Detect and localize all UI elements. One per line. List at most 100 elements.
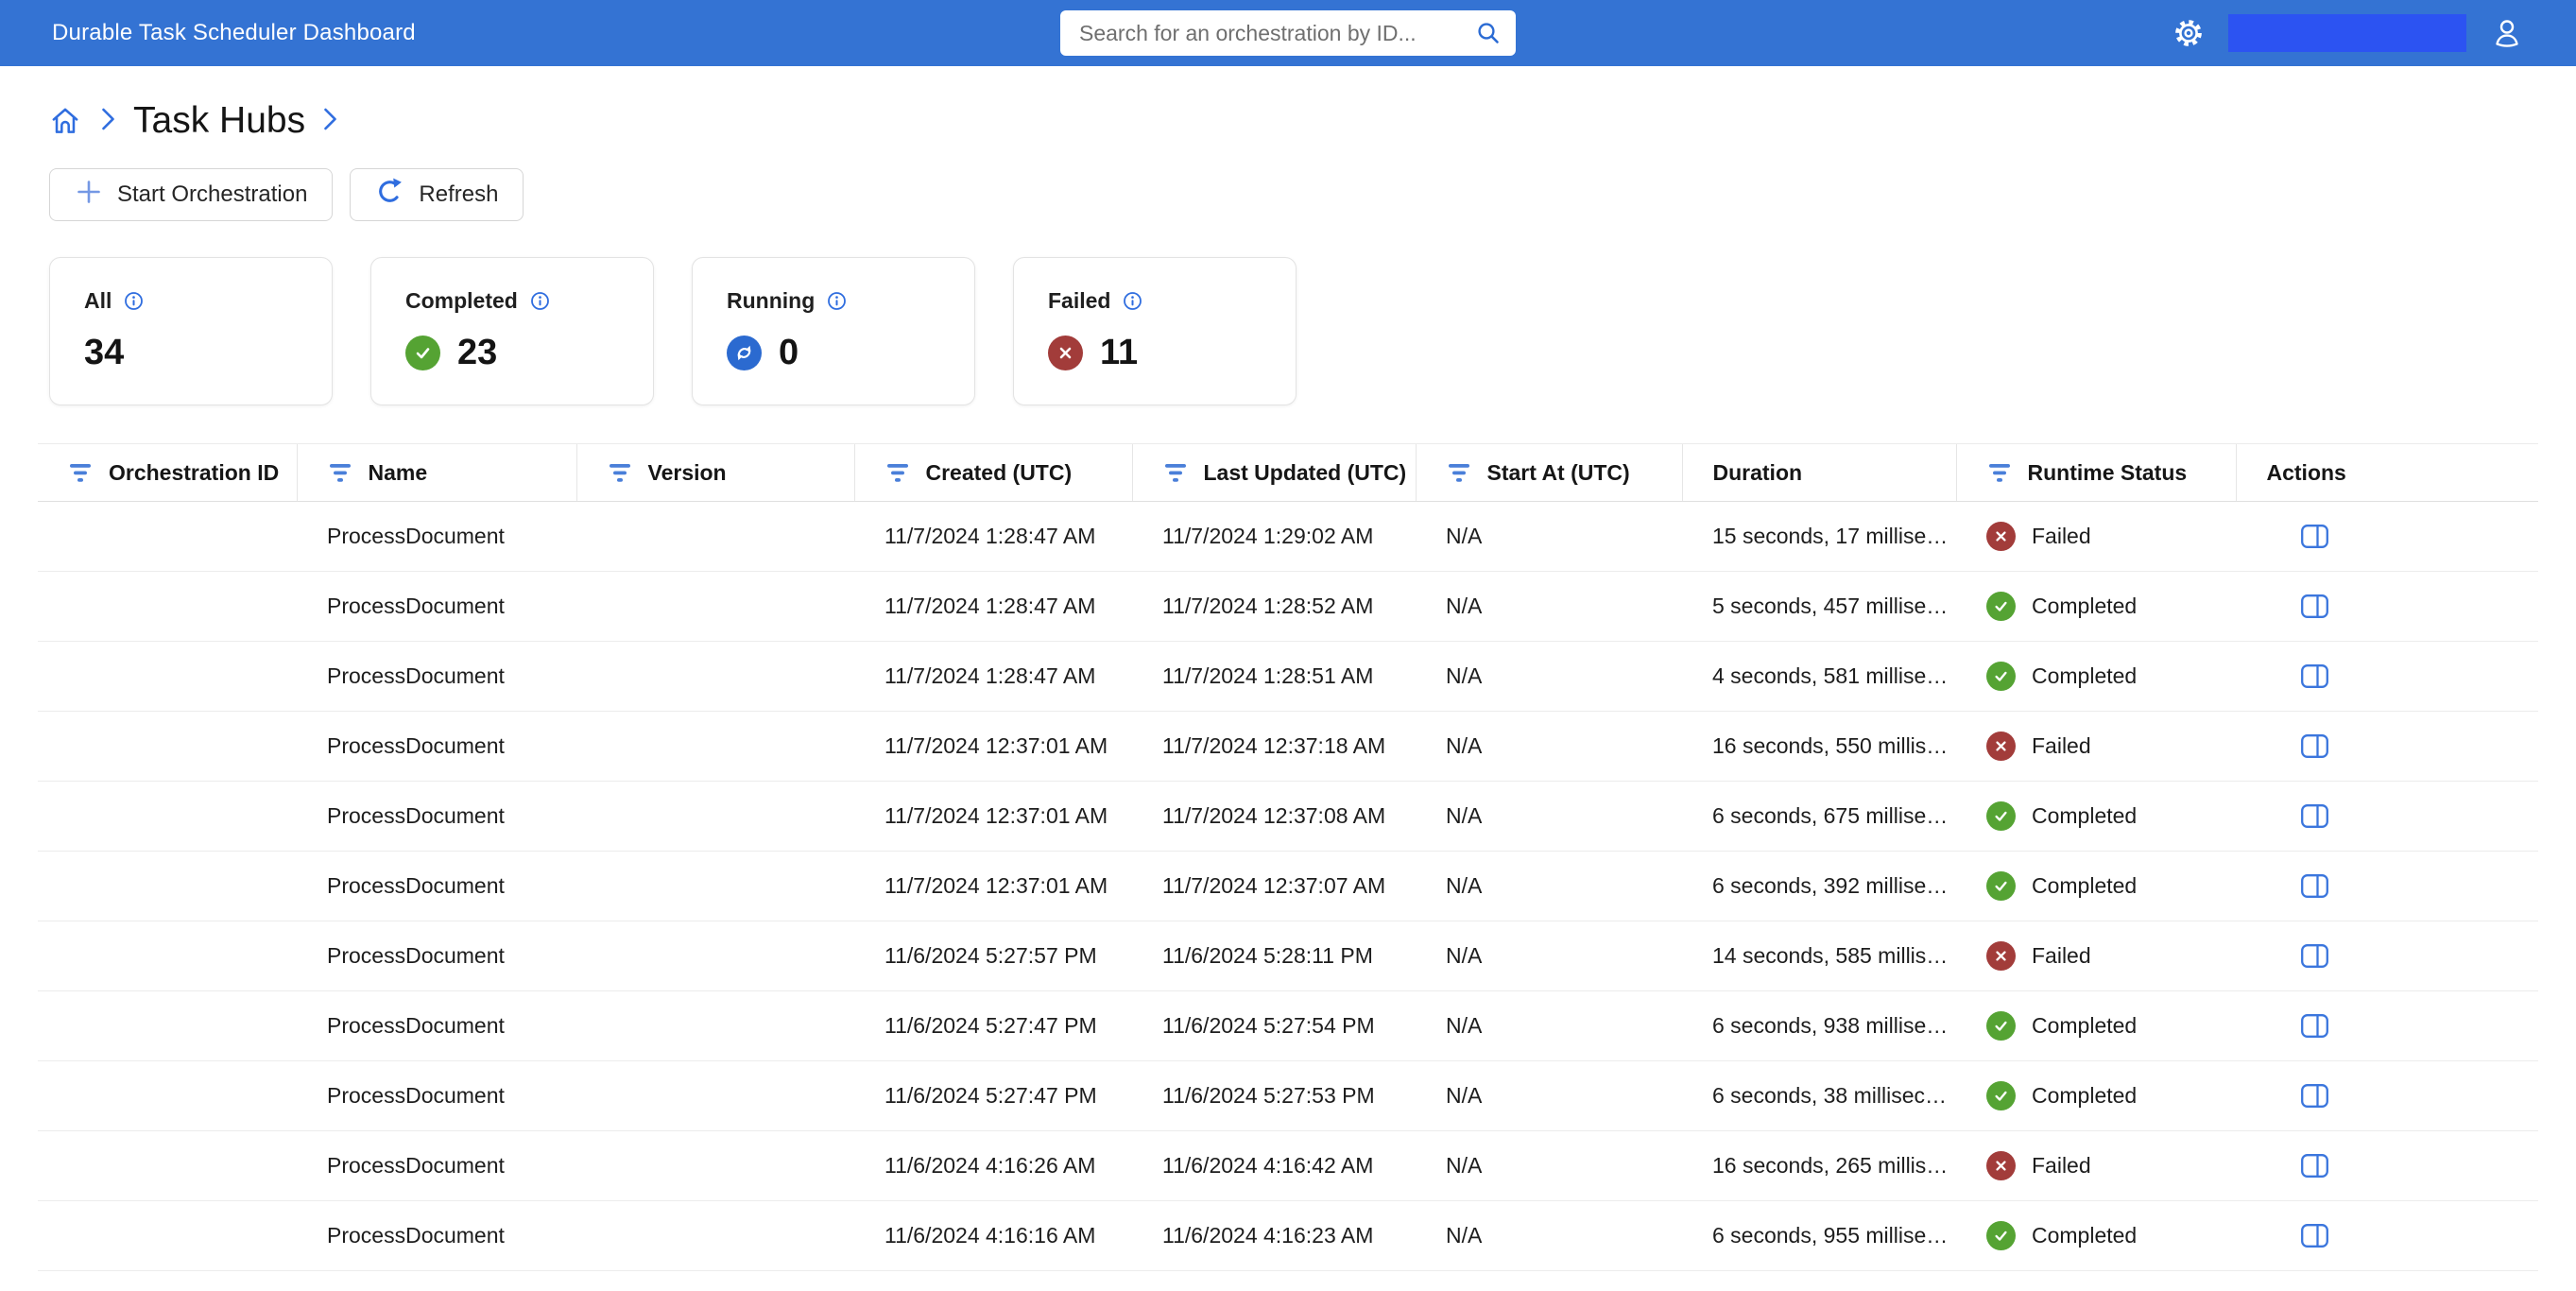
status-icon <box>1986 871 2016 901</box>
open-panel-icon[interactable] <box>2300 1013 2329 1039</box>
refresh-button[interactable]: Refresh <box>350 168 524 221</box>
cell-duration: 6 seconds, 675 millise… <box>1682 781 1956 852</box>
column-header-label: Runtime Status <box>2027 459 2188 485</box>
info-icon[interactable] <box>124 291 144 311</box>
status-icon <box>1986 1011 2016 1041</box>
cell-actions <box>2236 781 2538 852</box>
search-input[interactable] <box>1077 19 1472 47</box>
cell-duration: 16 seconds, 550 millis… <box>1682 711 1956 782</box>
cell-runtime-status: Completed <box>1956 571 2236 642</box>
table-row[interactable]: ProcessDocument 11/6/2024 5:27:47 PM 11/… <box>38 1060 2538 1131</box>
column-header-created-utc: Created (UTC) <box>853 443 1132 502</box>
start-orchestration-button[interactable]: Start Orchestration <box>49 168 334 221</box>
cell-duration: 6 seconds, 392 millise… <box>1682 851 1956 921</box>
cell-version <box>576 851 854 921</box>
filter-icon[interactable] <box>608 462 632 484</box>
open-panel-icon[interactable] <box>2300 663 2329 689</box>
filter-icon[interactable] <box>885 462 910 484</box>
cell-last-updated: 11/7/2024 1:28:51 AM <box>1132 641 1416 712</box>
filter-icon[interactable] <box>328 462 352 484</box>
filter-icon[interactable] <box>1987 462 2012 484</box>
cell-actions <box>2236 501 2538 572</box>
table-row[interactable]: ProcessDocument 11/7/2024 1:28:47 AM 11/… <box>38 571 2538 642</box>
cell-orchestration-id <box>38 851 297 921</box>
column-header-runtime-status: Runtime Status <box>1955 443 2236 502</box>
cell-version <box>576 921 854 991</box>
stat-cards: All 34 Completed 23 Running 0 Failed 11 <box>0 221 2576 405</box>
cell-start-at: N/A <box>1416 711 1682 782</box>
stat-value: 23 <box>457 333 498 372</box>
status-icon <box>1986 1081 2016 1110</box>
open-panel-icon[interactable] <box>2300 873 2329 899</box>
cell-actions <box>2236 990 2538 1061</box>
cell-duration: 16 seconds, 265 millis… <box>1682 1130 1956 1201</box>
search-icon[interactable] <box>1472 17 1504 49</box>
cell-version <box>576 1130 854 1201</box>
info-icon[interactable] <box>530 291 550 311</box>
status-icon <box>1986 662 2016 691</box>
cell-start-at: N/A <box>1416 851 1682 921</box>
cell-duration: 5 seconds, 457 millise… <box>1682 571 1956 642</box>
table-row[interactable]: ProcessDocument 11/6/2024 4:16:26 AM 11/… <box>38 1130 2538 1201</box>
column-header-duration: Duration <box>1681 443 1956 502</box>
stat-value: 0 <box>779 333 799 372</box>
cell-start-at: N/A <box>1416 641 1682 712</box>
table-row[interactable]: ProcessDocument 11/6/2024 5:27:57 PM 11/… <box>38 921 2538 991</box>
cell-runtime-status: Completed <box>1956 641 2236 712</box>
cell-version <box>576 571 854 642</box>
check-circle-icon <box>405 336 440 370</box>
cell-name: ProcessDocument <box>297 641 576 712</box>
open-panel-icon[interactable] <box>2300 1083 2329 1109</box>
filter-icon[interactable] <box>68 462 93 484</box>
cell-actions <box>2236 851 2538 921</box>
cell-created: 11/7/2024 1:28:47 AM <box>854 641 1132 712</box>
open-panel-icon[interactable] <box>2300 733 2329 759</box>
info-icon[interactable] <box>1123 291 1142 311</box>
cell-actions <box>2236 571 2538 642</box>
table-row[interactable]: ProcessDocument 11/7/2024 12:37:01 AM 11… <box>38 711 2538 782</box>
cell-orchestration-id <box>38 921 297 991</box>
cell-name: ProcessDocument <box>297 571 576 642</box>
home-icon[interactable] <box>47 103 83 139</box>
info-icon[interactable] <box>827 291 847 311</box>
cell-orchestration-id <box>38 1130 297 1201</box>
cell-runtime-status: Failed <box>1956 921 2236 991</box>
cell-orchestration-id <box>38 781 297 852</box>
open-panel-icon[interactable] <box>2300 943 2329 969</box>
filter-icon[interactable] <box>1163 462 1188 484</box>
cell-start-at: N/A <box>1416 571 1682 642</box>
open-panel-icon[interactable] <box>2300 594 2329 619</box>
table-row[interactable]: ProcessDocument 11/7/2024 12:37:01 AM 11… <box>38 781 2538 852</box>
stat-card-completed[interactable]: Completed 23 <box>370 257 654 405</box>
table-row[interactable]: ProcessDocument 11/7/2024 1:28:47 AM 11/… <box>38 501 2538 572</box>
cell-version <box>576 711 854 782</box>
stat-card-running[interactable]: Running 0 <box>692 257 975 405</box>
table-row[interactable]: ProcessDocument 11/6/2024 5:27:47 PM 11/… <box>38 990 2538 1061</box>
table-row[interactable]: ProcessDocument 11/6/2024 4:16:16 AM 11/… <box>38 1200 2538 1271</box>
stat-card-all[interactable]: All 34 <box>49 257 333 405</box>
person-icon[interactable] <box>2489 15 2525 51</box>
filter-icon[interactable] <box>1447 462 1471 484</box>
stat-value: 34 <box>84 333 125 372</box>
cell-name: ProcessDocument <box>297 990 576 1061</box>
status-icon <box>1986 732 2016 761</box>
stat-card-failed[interactable]: Failed 11 <box>1013 257 1297 405</box>
cell-orchestration-id <box>38 641 297 712</box>
cell-created: 11/7/2024 12:37:01 AM <box>854 781 1132 852</box>
table-row[interactable]: ProcessDocument 11/7/2024 1:28:47 AM 11/… <box>38 641 2538 712</box>
open-panel-icon[interactable] <box>2300 1223 2329 1248</box>
cell-runtime-status: Failed <box>1956 711 2236 782</box>
cell-last-updated: 11/7/2024 12:37:18 AM <box>1132 711 1416 782</box>
redacted-account-info <box>2228 14 2466 52</box>
cell-version <box>576 641 854 712</box>
status-icon <box>1986 592 2016 621</box>
stat-label: Failed <box>1048 288 1111 313</box>
cell-name: ProcessDocument <box>297 1130 576 1201</box>
table-row[interactable]: ProcessDocument 11/7/2024 12:37:01 AM 11… <box>38 851 2538 921</box>
cell-actions <box>2236 641 2538 712</box>
cell-actions <box>2236 921 2538 991</box>
open-panel-icon[interactable] <box>2300 1153 2329 1179</box>
gear-icon[interactable] <box>2172 16 2206 50</box>
open-panel-icon[interactable] <box>2300 524 2329 549</box>
open-panel-icon[interactable] <box>2300 803 2329 829</box>
